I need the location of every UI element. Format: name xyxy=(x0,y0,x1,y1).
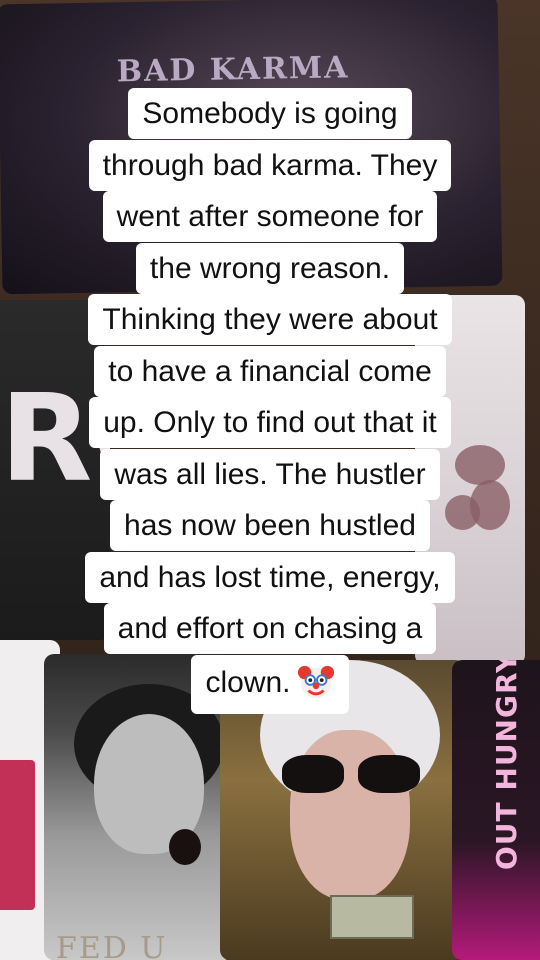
caption-line: up. Only to find out that it xyxy=(89,397,451,448)
bad-karma-title: BAD KARMA xyxy=(116,50,350,90)
caption-line: Thinking they were about xyxy=(88,294,452,345)
caption-line: and has lost time, energy, xyxy=(85,551,455,603)
caption-line: through bad karma. They xyxy=(88,139,452,191)
caption-line: was all lies. The hustler xyxy=(100,448,440,500)
woman-card-label: FED U xyxy=(56,931,168,960)
caption-line: to have a financial come xyxy=(94,345,446,397)
caption-line: the wrong reason. xyxy=(135,242,405,294)
caption-line: and effort on chasing a xyxy=(103,603,437,654)
caption-line: went after someone for xyxy=(102,191,438,242)
caption-last-line: clown. xyxy=(191,654,349,714)
pink-accent xyxy=(0,760,35,910)
caption-line: has now been hustled xyxy=(110,500,430,551)
clown-face-icon xyxy=(297,665,334,698)
sunglasses-icon xyxy=(282,755,422,795)
woman-open-mouth xyxy=(169,829,201,865)
caption-line: Somebody is going xyxy=(128,88,412,139)
caption-overlay: Somebody is going through bad karma. The… xyxy=(0,88,540,714)
money-bill-icon xyxy=(330,895,414,939)
caption-line: clown. xyxy=(205,666,291,700)
